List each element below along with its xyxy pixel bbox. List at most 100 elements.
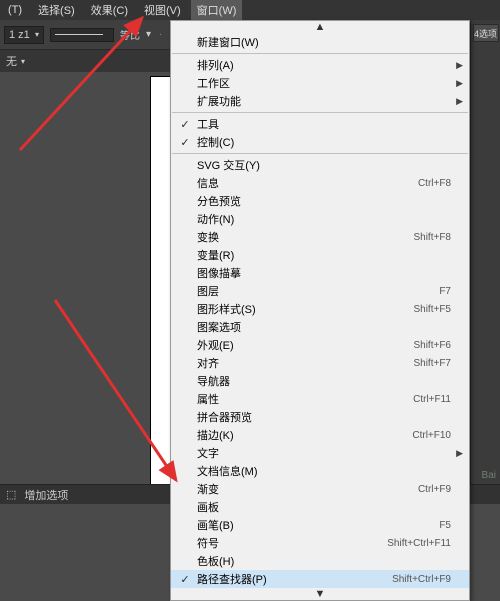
menu-item-shortcut: Shift+F6 bbox=[413, 340, 451, 351]
menu-item-label: 拼合器预览 bbox=[197, 409, 451, 425]
menu-item-label: 排列(A) bbox=[197, 57, 451, 73]
submenu-arrow-icon: ▶ bbox=[456, 60, 463, 71]
menu-item[interactable]: 新建窗口(W) bbox=[171, 33, 469, 51]
menu-item[interactable]: 渐变 Ctrl+F9 bbox=[171, 480, 469, 498]
menu-item-label: 图层 bbox=[197, 283, 431, 299]
menu-item[interactable]: ✓ 控制(C) bbox=[171, 133, 469, 151]
ratio-label: 等比 bbox=[120, 27, 140, 42]
window-menu: ▲ 新建窗口(W) 排列(A) ▶ 工作区 ▶ 扩展功能 ▶ ✓ 工具 ✓ 控制(C) SVG 交互(… bbox=[170, 20, 470, 601]
menu-item-label: 文字 bbox=[197, 445, 451, 461]
menu-item-label: 描边(K) bbox=[197, 427, 404, 443]
menu-item[interactable]: 图案选项 bbox=[171, 318, 469, 336]
menu-item[interactable]: 画板 bbox=[171, 498, 469, 516]
menu-item-label: 图案选项 bbox=[197, 319, 451, 335]
menu-item-shortcut: F5 bbox=[439, 520, 451, 531]
menu-item-label: 信息 bbox=[197, 175, 410, 191]
menu-item-label: 文档信息(M) bbox=[197, 463, 451, 479]
menu-item[interactable]: 文字 ▶ bbox=[171, 444, 469, 462]
menu-item-label: 对齐 bbox=[197, 355, 405, 371]
menu-item[interactable]: 描边(K) Ctrl+F10 bbox=[171, 426, 469, 444]
menu-item[interactable]: 外观(E) Shift+F6 bbox=[171, 336, 469, 354]
menu-item-shortcut: Shift+F7 bbox=[413, 358, 451, 369]
menu-item[interactable]: 导航器 bbox=[171, 372, 469, 390]
menu-item[interactable]: 变换 Shift+F8 bbox=[171, 228, 469, 246]
menu-item-label: 画笔(B) bbox=[197, 517, 431, 533]
menu-t[interactable]: (T) bbox=[2, 2, 28, 18]
menu-item-shortcut: Shift+F8 bbox=[413, 232, 451, 243]
menu-item[interactable]: 图层 F7 bbox=[171, 282, 469, 300]
menu-item[interactable]: 对齐 Shift+F7 bbox=[171, 354, 469, 372]
menu-view[interactable]: 视图(V) bbox=[138, 0, 187, 20]
menu-item[interactable]: 符号 Shift+Ctrl+F11 bbox=[171, 534, 469, 552]
status-icon: ⬚ bbox=[6, 488, 16, 501]
stroke-preview[interactable] bbox=[50, 28, 114, 42]
menu-item[interactable]: 图像描摹 bbox=[171, 264, 469, 282]
menu-item-shortcut: Ctrl+F8 bbox=[418, 178, 451, 189]
submenu-arrow-icon: ▶ bbox=[456, 448, 463, 459]
chevron-down-icon: ▾ bbox=[35, 30, 39, 39]
menu-window[interactable]: 窗口(W) bbox=[191, 0, 243, 20]
menu-item[interactable]: 信息 Ctrl+F8 bbox=[171, 174, 469, 192]
zoom-value: 1 z1 bbox=[9, 29, 30, 41]
menu-item[interactable]: 属性Ctrl+F11 bbox=[171, 390, 469, 408]
menu-item-shortcut: Shift+F5 bbox=[413, 304, 451, 315]
divider: · bbox=[159, 29, 162, 40]
menu-effect[interactable]: 效果(C) bbox=[85, 0, 134, 20]
menu-item-label: 动作(N) bbox=[197, 211, 451, 227]
menu-item-label: 导航器 bbox=[197, 373, 451, 389]
menu-item[interactable]: 变量(R) bbox=[171, 246, 469, 264]
menu-item-label: 画板 bbox=[197, 499, 451, 515]
zoom-select[interactable]: 1 z1 ▾ bbox=[4, 26, 44, 44]
tab-label[interactable]: 无 bbox=[6, 53, 17, 69]
menu-item[interactable]: 拼合器预览 bbox=[171, 408, 469, 426]
menu-item-label: 工作区 bbox=[197, 75, 451, 91]
menu-item[interactable]: 画笔(B) F5 bbox=[171, 516, 469, 534]
submenu-arrow-icon: ▶ bbox=[456, 96, 463, 107]
check-icon: ✓ bbox=[179, 118, 191, 131]
menu-item[interactable]: 动作(N) bbox=[171, 210, 469, 228]
menu-item-shortcut: Shift+Ctrl+F11 bbox=[387, 538, 451, 549]
menu-separator bbox=[172, 153, 468, 154]
menu-select[interactable]: 选择(S) bbox=[32, 0, 81, 20]
menu-item-label: 分色预览 bbox=[197, 193, 451, 209]
menu-separator bbox=[172, 112, 468, 113]
menu-item[interactable]: 分色预览 bbox=[171, 192, 469, 210]
menu-item-shortcut: Ctrl+F10 bbox=[412, 430, 451, 441]
chevron-down-icon: ▾ bbox=[146, 29, 151, 40]
menu-item-shortcut: F7 bbox=[439, 286, 451, 297]
scroll-up-icon[interactable]: ▲ bbox=[171, 21, 469, 33]
menu-item-label: 变换 bbox=[197, 229, 405, 245]
menu-item[interactable]: 文档信息(M) bbox=[171, 462, 469, 480]
menu-item-label: 扩展功能 bbox=[197, 93, 451, 109]
menu-item-shortcut: Ctrl+F9 bbox=[418, 484, 451, 495]
menu-item[interactable]: 排列(A) ▶ bbox=[171, 56, 469, 74]
menu-item[interactable]: 工作区 ▶ bbox=[171, 74, 469, 92]
menu-item[interactable]: SVG 交互(Y) bbox=[171, 156, 469, 174]
menu-item-label: 渐变 bbox=[197, 481, 410, 497]
menu-item-label: 外观(E) bbox=[197, 337, 405, 353]
menu-item[interactable]: 扩展功能 ▶ bbox=[171, 92, 469, 110]
watermark: Bai bbox=[482, 470, 496, 482]
menubar: (T) 选择(S) 效果(C) 视图(V) 窗口(W) bbox=[0, 0, 500, 20]
menu-item[interactable]: ✓ 路径查找器(P) Shift+Ctrl+F9 bbox=[171, 570, 469, 588]
menu-item-label: 符号 bbox=[197, 535, 379, 551]
chevron-down-icon: ▾ bbox=[21, 57, 25, 66]
check-icon: ✓ bbox=[179, 136, 191, 149]
menu-item[interactable]: 色板(H) bbox=[171, 552, 469, 570]
menu-item-label: 图形样式(S) bbox=[197, 301, 405, 317]
panel-button[interactable]: 4选项 bbox=[473, 24, 499, 42]
menu-item-label: 工具 bbox=[197, 116, 451, 132]
menu-item-label: SVG 交互(Y) bbox=[197, 157, 451, 173]
status-label: 增加选项 bbox=[24, 487, 68, 503]
menu-separator bbox=[172, 53, 468, 54]
menu-item-label: 变量(R) bbox=[197, 247, 451, 263]
menu-item[interactable]: 图形样式(S) Shift+F5 bbox=[171, 300, 469, 318]
menu-item-shortcut: Shift+Ctrl+F9 bbox=[392, 574, 451, 585]
check-icon: ✓ bbox=[179, 573, 191, 586]
menu-item-label: 路径查找器(P) bbox=[197, 571, 384, 587]
submenu-arrow-icon: ▶ bbox=[456, 78, 463, 89]
menu-item-label: 色板(H) bbox=[197, 553, 451, 569]
menu-item[interactable]: ✓ 工具 bbox=[171, 115, 469, 133]
menu-item-label: 控制(C) bbox=[197, 134, 451, 150]
scroll-down-icon[interactable]: ▼ bbox=[171, 588, 469, 600]
